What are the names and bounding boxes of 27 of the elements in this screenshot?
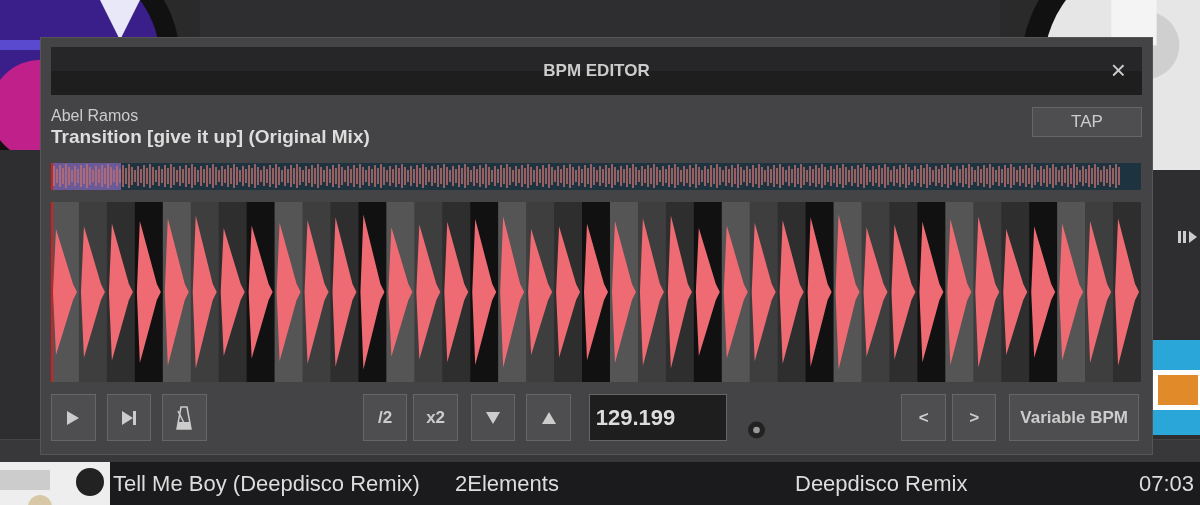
close-button[interactable]: × — [1106, 57, 1130, 83]
waveform-overview[interactable] — [51, 163, 1141, 190]
nudge-button[interactable]: > — [951, 394, 997, 441]
skip-forward-icon — [120, 409, 137, 426]
decrease-button[interactable] — [470, 394, 516, 441]
pause-play-icon[interactable] — [1178, 230, 1198, 244]
track-title: Transition [give it up] (Original Mix) — [51, 126, 370, 148]
multiplier-button[interactable]: /2 — [362, 394, 408, 441]
artist-name: Abel Ramos — [51, 107, 140, 125]
dialog-title: BPM EDITOR — [543, 61, 650, 81]
table-cell-text: 2Elements — [455, 470, 560, 497]
metronome-button[interactable] — [162, 394, 207, 441]
bpm-input-field[interactable]: 129.199 — [588, 394, 727, 441]
increase-button[interactable] — [526, 394, 571, 441]
metronome-icon — [176, 405, 193, 430]
skip-button[interactable] — [106, 394, 152, 441]
multiplier-button[interactable]: x2 — [413, 394, 458, 441]
knob-icon[interactable] — [747, 421, 765, 439]
play-button[interactable] — [51, 394, 96, 441]
tap-button[interactable]: TAP — [1032, 107, 1142, 137]
table-cell-text: Tell Me Boy (Deepdisco Remix) — [112, 470, 421, 497]
variable-bpm-button[interactable]: Variable BPM — [1009, 394, 1140, 441]
table-cell-text: Deepdisco Remix — [795, 470, 969, 497]
nudge-button[interactable]: < — [901, 394, 946, 441]
table-cell-text: 07:03 — [1138, 470, 1195, 497]
beat-waveform[interactable] — [51, 202, 1141, 382]
down-triangle-icon — [485, 409, 501, 426]
